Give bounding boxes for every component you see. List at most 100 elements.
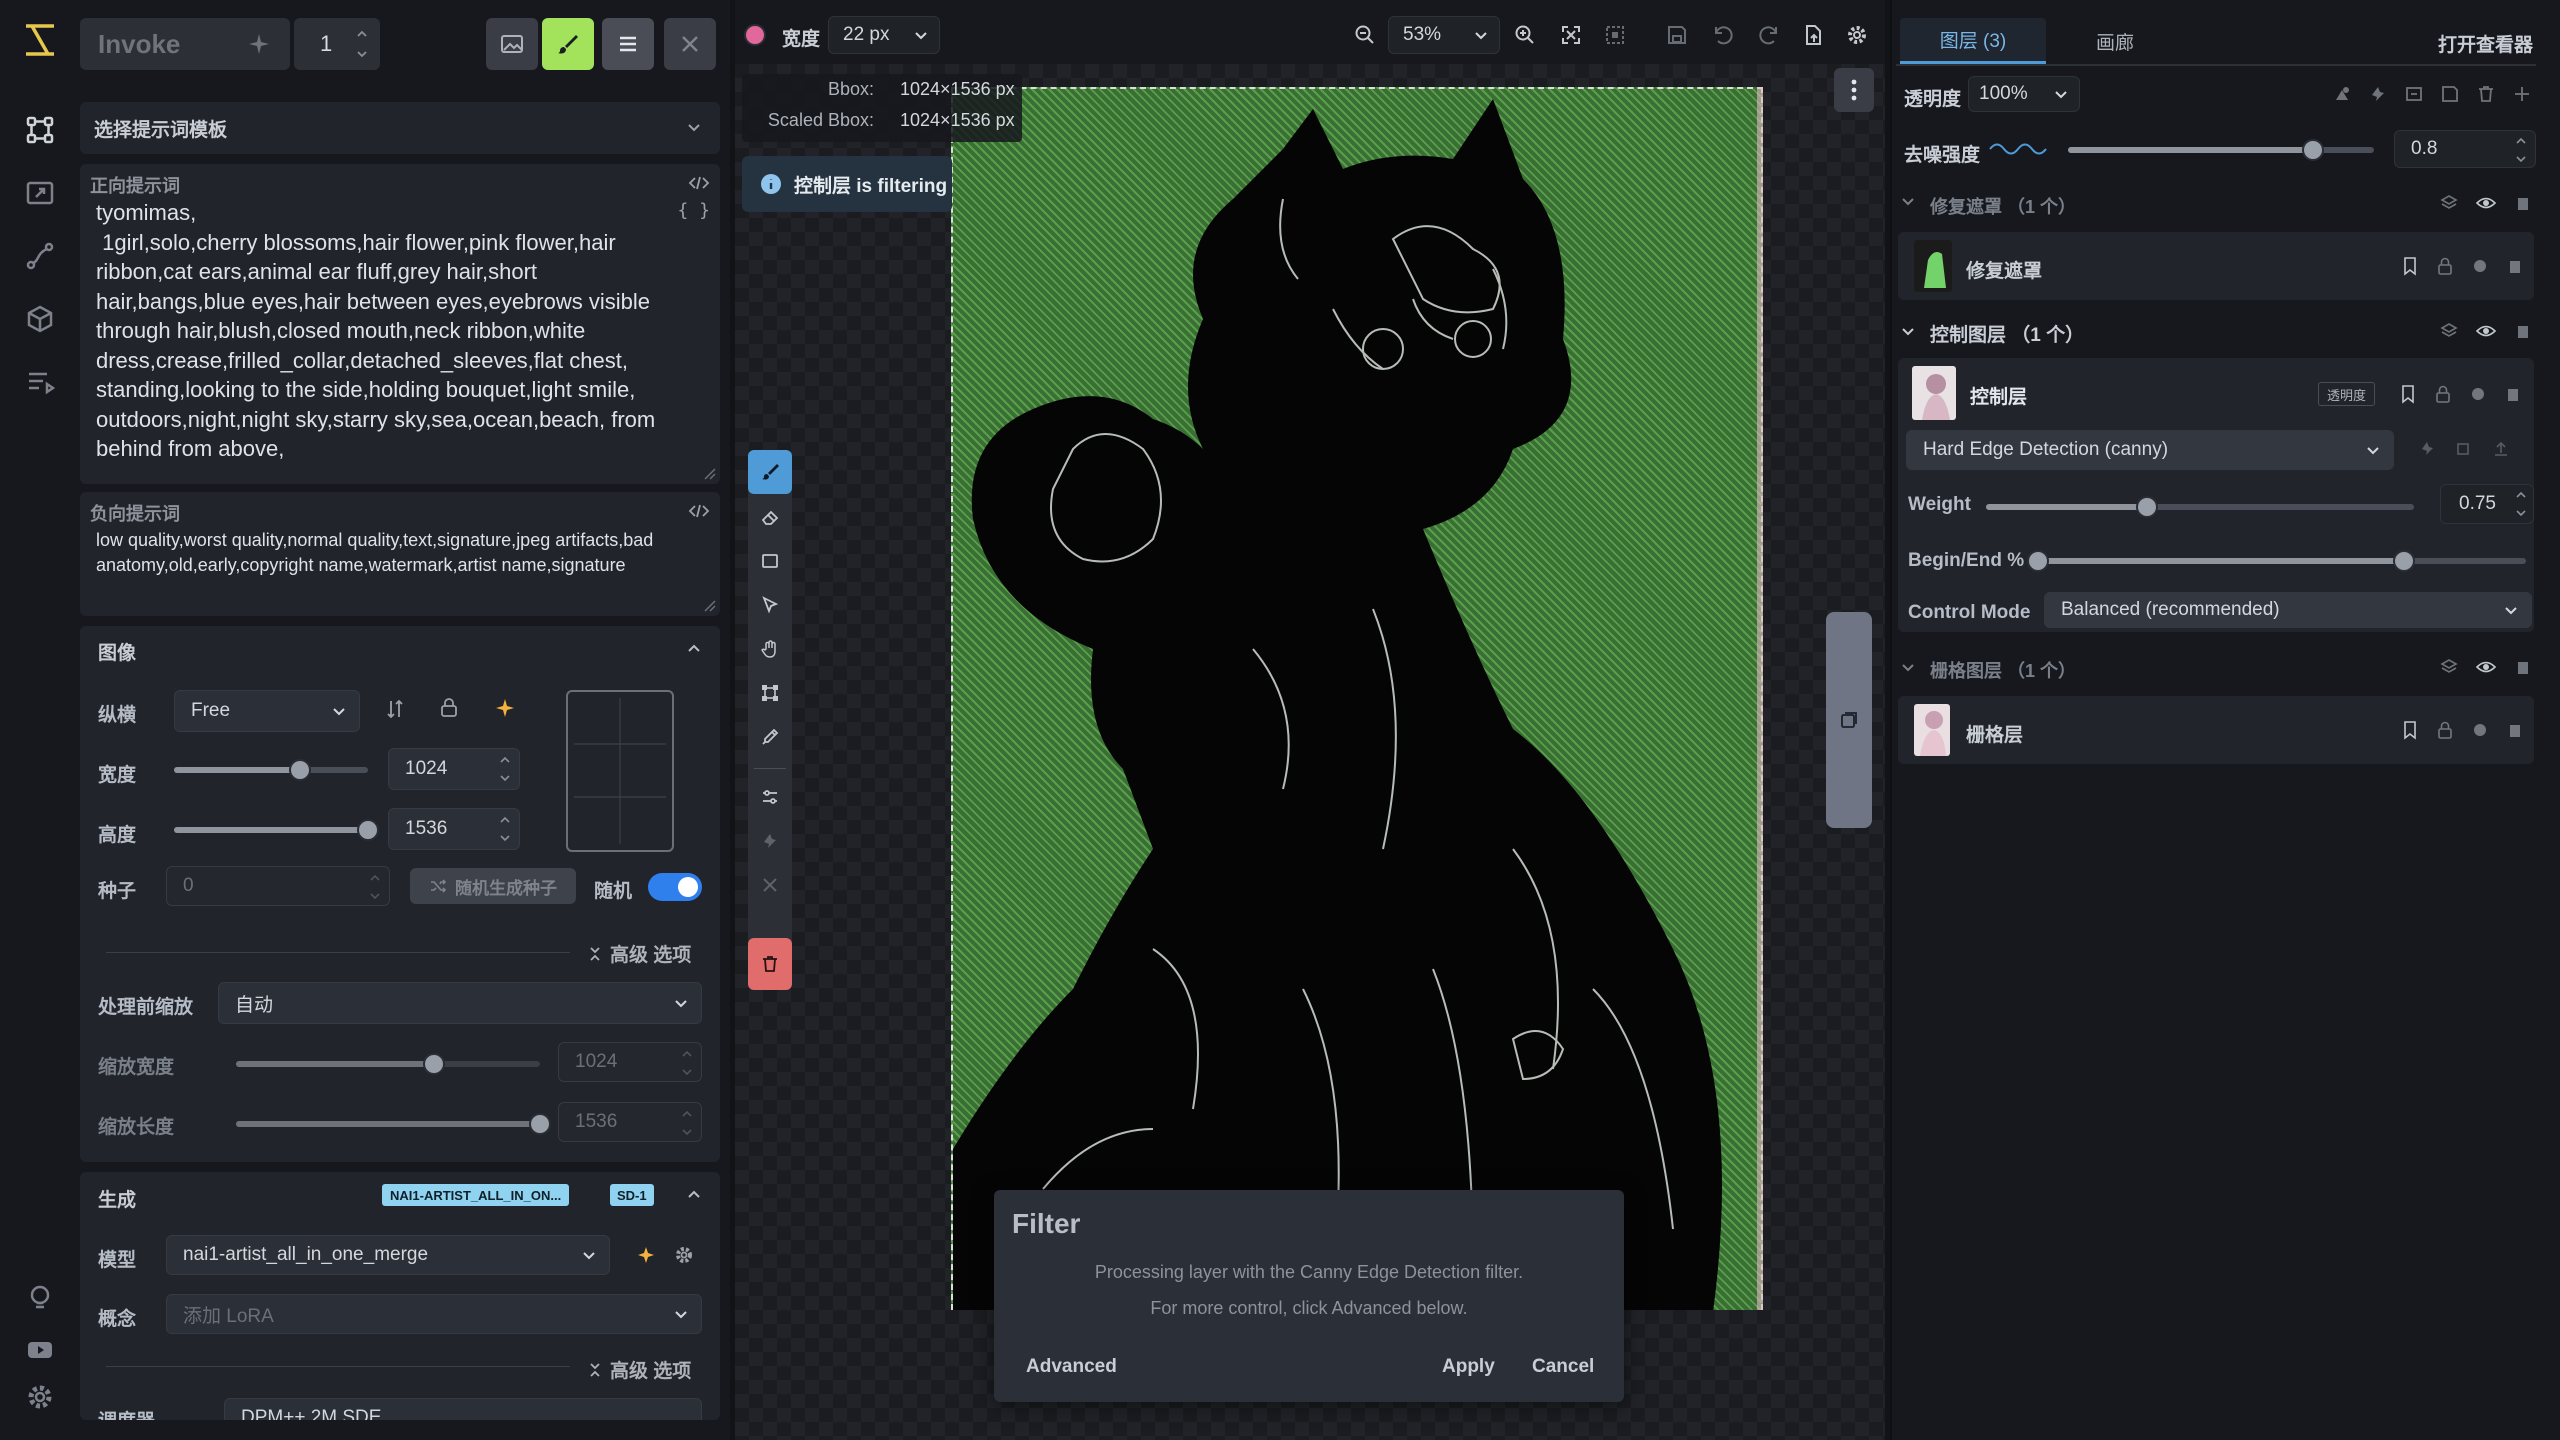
iterations-stepper[interactable]: 1 [294, 18, 380, 70]
width-slider-knob[interactable] [289, 759, 311, 781]
layer-group-icon[interactable] [2332, 84, 2352, 104]
scaled-height-input[interactable]: 1536 [558, 1102, 702, 1142]
video-icon[interactable] [20, 1330, 60, 1370]
generation-section-header[interactable]: 生成 NAI1-ARTIST_ALL_IN_ON... SD-1 [80, 1172, 720, 1218]
trash-icon[interactable] [2508, 722, 2522, 738]
move-tool-button[interactable] [748, 584, 792, 626]
enabled-dot-icon[interactable] [2472, 722, 2488, 738]
lock-icon[interactable] [2434, 384, 2452, 404]
layers-icon[interactable] [2440, 658, 2458, 676]
models-tab-icon[interactable] [20, 299, 60, 339]
delete-group-icon[interactable] [2514, 322, 2532, 340]
filter-advanced-button[interactable]: Advanced [1026, 1356, 1117, 1378]
bookmark-icon[interactable] [2402, 720, 2418, 740]
enabled-dot-icon[interactable] [2470, 386, 2486, 402]
height-slider-knob[interactable] [357, 819, 379, 841]
rect-tool-button[interactable] [748, 540, 792, 582]
filter-cancel-button[interactable]: Cancel [1532, 1356, 1594, 1378]
chevron-down-icon[interactable] [1900, 326, 1916, 338]
stepper-arrows-icon[interactable] [499, 754, 511, 784]
redo-icon[interactable] [1758, 24, 1780, 46]
advanced-options-toggle[interactable]: 高级 选项 [588, 940, 691, 967]
bookmark-icon[interactable] [2400, 384, 2416, 404]
zoom-select[interactable]: 53% [1388, 16, 1500, 54]
negative-prompt-box[interactable]: 负向提示词 low quality,worst quality,normal q… [80, 492, 720, 616]
resize-handle-icon[interactable] [702, 466, 716, 480]
undo-icon[interactable] [1712, 24, 1734, 46]
denoise-slider-knob[interactable] [2302, 139, 2324, 161]
color-picker-tool-button[interactable] [748, 716, 792, 758]
zoom-in-icon[interactable] [1514, 24, 1536, 46]
lora-select[interactable]: 添加 LoRA [166, 1294, 702, 1334]
positive-prompt-text[interactable]: tyomimas, 1girl,solo,cherry blossoms,hai… [96, 198, 676, 464]
enabled-dot-icon[interactable] [2472, 258, 2488, 274]
scale-before-select[interactable]: 自动 [218, 982, 702, 1024]
menu-button[interactable] [602, 18, 654, 70]
bbox-icon[interactable] [2454, 440, 2472, 458]
scaled-width-slider-knob[interactable] [423, 1053, 445, 1075]
seed-input[interactable]: 0 [166, 866, 390, 906]
save-icon[interactable] [1666, 24, 1688, 46]
pin-icon[interactable] [2418, 440, 2436, 458]
stepper-arrows-icon[interactable] [2515, 490, 2527, 518]
stepper-arrows-icon[interactable] [369, 872, 381, 902]
delete-group-icon[interactable] [2514, 194, 2532, 212]
scaled-width-input[interactable]: 1024 [558, 1042, 702, 1082]
width-input[interactable]: 1024 [388, 748, 520, 790]
image-viewer-button[interactable] [486, 18, 538, 70]
zoom-out-icon[interactable] [1354, 24, 1376, 46]
trash-icon[interactable] [2508, 258, 2522, 274]
layers-icon[interactable] [2440, 194, 2458, 212]
pan-tool-button[interactable] [748, 628, 792, 670]
brush-tool-button[interactable] [748, 450, 792, 494]
gear-icon[interactable] [674, 1245, 694, 1265]
queue-tab-icon[interactable] [20, 362, 60, 402]
chevron-down-icon[interactable] [1900, 662, 1916, 674]
layers-icon[interactable] [2440, 322, 2458, 340]
filters-button[interactable] [748, 776, 792, 818]
control-mode-select[interactable]: Balanced (recommended) [2044, 592, 2532, 628]
positive-prompt-box[interactable]: 正向提示词 { } tyomimas, 1girl,solo,cherry bl… [80, 164, 720, 484]
eye-icon[interactable] [2476, 322, 2496, 340]
fit-bbox-icon[interactable] [1604, 24, 1626, 46]
brush-width-select[interactable]: 22 px [828, 16, 940, 54]
inpaint-mask-layer[interactable]: 修复遮罩 [1898, 232, 2534, 300]
model-select[interactable]: nai1-artist_all_in_one_merge [166, 1235, 610, 1275]
begin-slider-knob[interactable] [2027, 550, 2049, 572]
fit-to-screen-icon[interactable] [1560, 24, 1582, 46]
control-layer-canvas[interactable] [951, 87, 1763, 1310]
stepper-arrows-icon[interactable] [2515, 136, 2527, 164]
control-group-label[interactable]: 控制图层 （1 个） [1930, 320, 2084, 347]
brush-color-swatch[interactable] [744, 24, 766, 46]
upload-icon[interactable] [2492, 440, 2510, 458]
denoise-input[interactable]: 0.8 [2394, 130, 2536, 168]
lightbulb-icon[interactable] [20, 1278, 60, 1318]
eraser-tool-button[interactable] [748, 496, 792, 538]
random-seed-toggle[interactable] [648, 873, 702, 901]
lock-icon[interactable] [2436, 256, 2454, 276]
pin-button[interactable] [748, 820, 792, 862]
clear-button[interactable] [748, 864, 792, 906]
cancel-queue-button[interactable] [664, 18, 716, 70]
resize-handle-icon[interactable] [702, 598, 716, 612]
raster-group-label[interactable]: 栅格图层 （1 个） [1930, 657, 2076, 683]
tab-layers[interactable]: 图层 (3) [1900, 18, 2046, 64]
bbox-tool-button[interactable] [748, 672, 792, 714]
control-model-select[interactable]: Hard Edge Detection (canny) [1906, 430, 2394, 470]
image-section-header[interactable]: 图像 [80, 626, 720, 672]
canvas-tab-icon[interactable] [20, 110, 60, 150]
chevron-down-icon[interactable] [1900, 196, 1916, 208]
workflows-tab-icon[interactable] [20, 236, 60, 276]
aspect-select[interactable]: Free [174, 690, 360, 732]
sparkle-icon[interactable] [636, 1245, 656, 1265]
negative-prompt-text[interactable]: low quality,worst quality,normal quality… [96, 528, 666, 577]
eye-icon[interactable] [2476, 658, 2496, 676]
advanced-options-toggle[interactable]: 高级 选项 [588, 1356, 691, 1383]
stepper-arrows-icon[interactable] [681, 1048, 693, 1078]
trash-icon[interactable] [2506, 386, 2520, 402]
lock-icon[interactable] [2436, 720, 2454, 740]
tab-gallery[interactable]: 画廊 [2050, 18, 2180, 64]
control-item-label[interactable]: 控制层 [1970, 382, 2027, 409]
fit-layer-icon[interactable] [2404, 84, 2424, 104]
curly-braces-icon[interactable]: { } [677, 200, 710, 221]
